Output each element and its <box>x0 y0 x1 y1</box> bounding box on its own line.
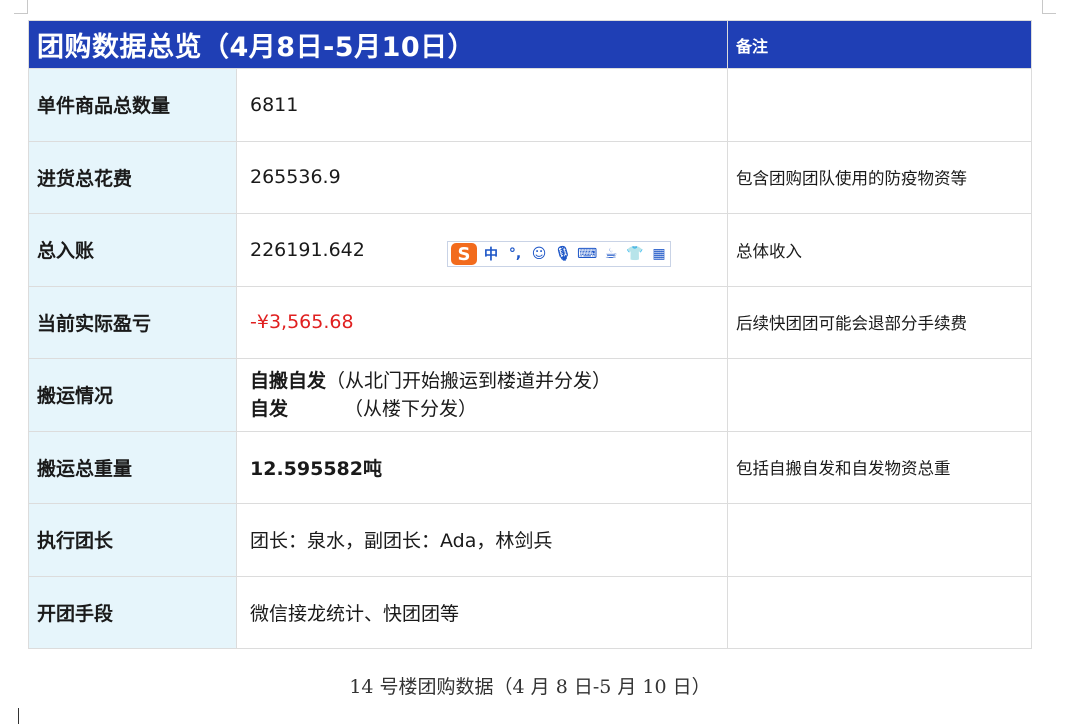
value-line-1: 自搬自发（从北门开始搬运到楼道并分发） <box>250 367 727 395</box>
row-note[interactable] <box>727 503 1033 577</box>
group-buy-data-table: 团购数据总览（4月8日-5月10日） 备注 单件商品总数量 6811 进货总花费… <box>27 20 1033 649</box>
row-value[interactable]: 265536.9 <box>235 140 729 214</box>
table-caption[interactable]: 14 号楼团购数据（4 月 8 日-5 月 10 日） <box>0 672 1060 699</box>
emoji-icon[interactable]: ☺ <box>529 246 549 262</box>
row-label[interactable]: 搬运情况 <box>28 358 237 432</box>
page-corner-mark-left <box>14 0 28 14</box>
table-row: 搬运总重量 12.595582吨 包括自搬自发和自发物资总重 <box>28 430 1033 504</box>
row-value[interactable]: 226191.642 <box>250 239 365 261</box>
row-value[interactable]: 微信接龙统计、快团团等 <box>235 575 729 649</box>
note-column-header[interactable]: 备注 <box>727 20 1033 69</box>
row-value-multiline[interactable]: 自搬自发（从北门开始搬运到楼道并分发） 自发 （从楼下分发） <box>235 358 729 432</box>
row-note[interactable] <box>727 68 1033 142</box>
row-label[interactable]: 开团手段 <box>28 575 237 649</box>
microphone-icon[interactable]: 🎙 <box>553 246 573 262</box>
value-line-1-strong: 自搬自发 <box>250 369 327 392</box>
row-note[interactable] <box>727 575 1033 649</box>
table-row: 开团手段 微信接龙统计、快团团等 <box>28 575 1033 649</box>
row-note[interactable]: 包含团购团队使用的防疫物资等 <box>727 140 1033 214</box>
value-line-2: 自发 （从楼下分发） <box>250 395 727 423</box>
row-label[interactable]: 当前实际盈亏 <box>28 285 237 359</box>
table-row: 当前实际盈亏 -¥3,565.68 后续快团团可能会退部分手续费 <box>28 285 1033 359</box>
row-note[interactable] <box>727 358 1033 432</box>
table-row: 执行团长 团长：泉水，副团长：Ada，林剑兵 <box>28 503 1033 577</box>
row-note[interactable]: 包括自搬自发和自发物资总重 <box>727 430 1033 504</box>
punctuation-icon[interactable]: °, <box>505 246 525 262</box>
table-header-row: 团购数据总览（4月8日-5月10日） 备注 <box>27 20 1033 69</box>
ime-logo-icon[interactable]: S <box>451 243 477 265</box>
table-title[interactable]: 团购数据总览（4月8日-5月10日） <box>27 20 729 69</box>
skin-icon[interactable]: 👕 <box>625 246 645 262</box>
row-label[interactable]: 执行团长 <box>28 503 237 577</box>
table-row: 总入账 226191.642 S 中 °, ☺ 🎙 ⌨ ☕ 👕 ▦ 总体收入 <box>28 213 1033 287</box>
value-line-1-rest: （从北门开始搬运到楼道并分发） <box>326 369 612 392</box>
table-row: 搬运情况 自搬自发（从北门开始搬运到楼道并分发） 自发 （从楼下分发） <box>28 358 1033 432</box>
table-row: 单件商品总数量 6811 <box>28 68 1033 142</box>
row-value-with-ime[interactable]: 226191.642 S 中 °, ☺ 🎙 ⌨ ☕ 👕 ▦ <box>235 213 729 287</box>
text-cursor <box>18 708 19 724</box>
row-value-negative[interactable]: -¥3,565.68 <box>235 285 729 359</box>
row-value[interactable]: 6811 <box>235 68 729 142</box>
user-icon[interactable]: ☕ <box>601 246 621 262</box>
row-note[interactable]: 后续快团团可能会退部分手续费 <box>727 285 1033 359</box>
value-line-2-rest: （从楼下分发） <box>344 397 478 420</box>
row-label[interactable]: 单件商品总数量 <box>28 68 237 142</box>
value-line-2-strong: 自发 <box>250 397 289 420</box>
chinese-mode-icon[interactable]: 中 <box>481 244 501 264</box>
keyboard-icon[interactable]: ⌨ <box>577 246 597 262</box>
row-label[interactable]: 进货总花费 <box>28 140 237 214</box>
ime-toolbar[interactable]: S 中 °, ☺ 🎙 ⌨ ☕ 👕 ▦ <box>447 241 671 267</box>
table-row: 进货总花费 265536.9 包含团购团队使用的防疫物资等 <box>28 140 1033 214</box>
page-corner-mark-right <box>1042 0 1056 14</box>
row-label[interactable]: 搬运总重量 <box>28 430 237 504</box>
toolbox-icon[interactable]: ▦ <box>649 246 669 262</box>
row-note[interactable]: 总体收入 <box>727 213 1033 287</box>
row-value[interactable]: 团长：泉水，副团长：Ada，林剑兵 <box>235 503 729 577</box>
row-label[interactable]: 总入账 <box>28 213 237 287</box>
row-value[interactable]: 12.595582吨 <box>235 430 729 504</box>
